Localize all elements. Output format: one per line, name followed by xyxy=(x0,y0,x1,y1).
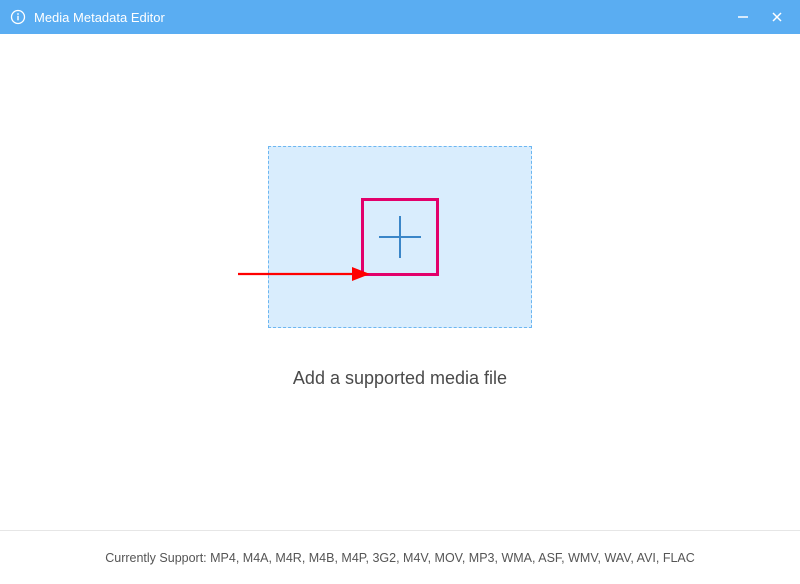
plus-icon xyxy=(371,208,429,266)
minimize-button[interactable] xyxy=(728,2,758,32)
titlebar: Media Metadata Editor xyxy=(0,0,800,34)
footer-label: Currently Support: xyxy=(105,551,210,565)
info-icon xyxy=(10,9,26,25)
main-content: Add a supported media file xyxy=(0,34,800,530)
dropzone-caption: Add a supported media file xyxy=(293,368,507,389)
close-button[interactable] xyxy=(762,2,792,32)
app-title: Media Metadata Editor xyxy=(34,10,724,25)
footer-formats: MP4, M4A, M4R, M4B, M4P, 3G2, M4V, MOV, … xyxy=(210,551,695,565)
footer-bar: Currently Support: MP4, M4A, M4R, M4B, M… xyxy=(0,530,800,584)
app-window: Media Metadata Editor Add a supported me… xyxy=(0,0,800,584)
add-file-button[interactable] xyxy=(361,198,439,276)
file-dropzone[interactable] xyxy=(268,146,532,328)
annotation-arrow-icon xyxy=(236,264,370,284)
